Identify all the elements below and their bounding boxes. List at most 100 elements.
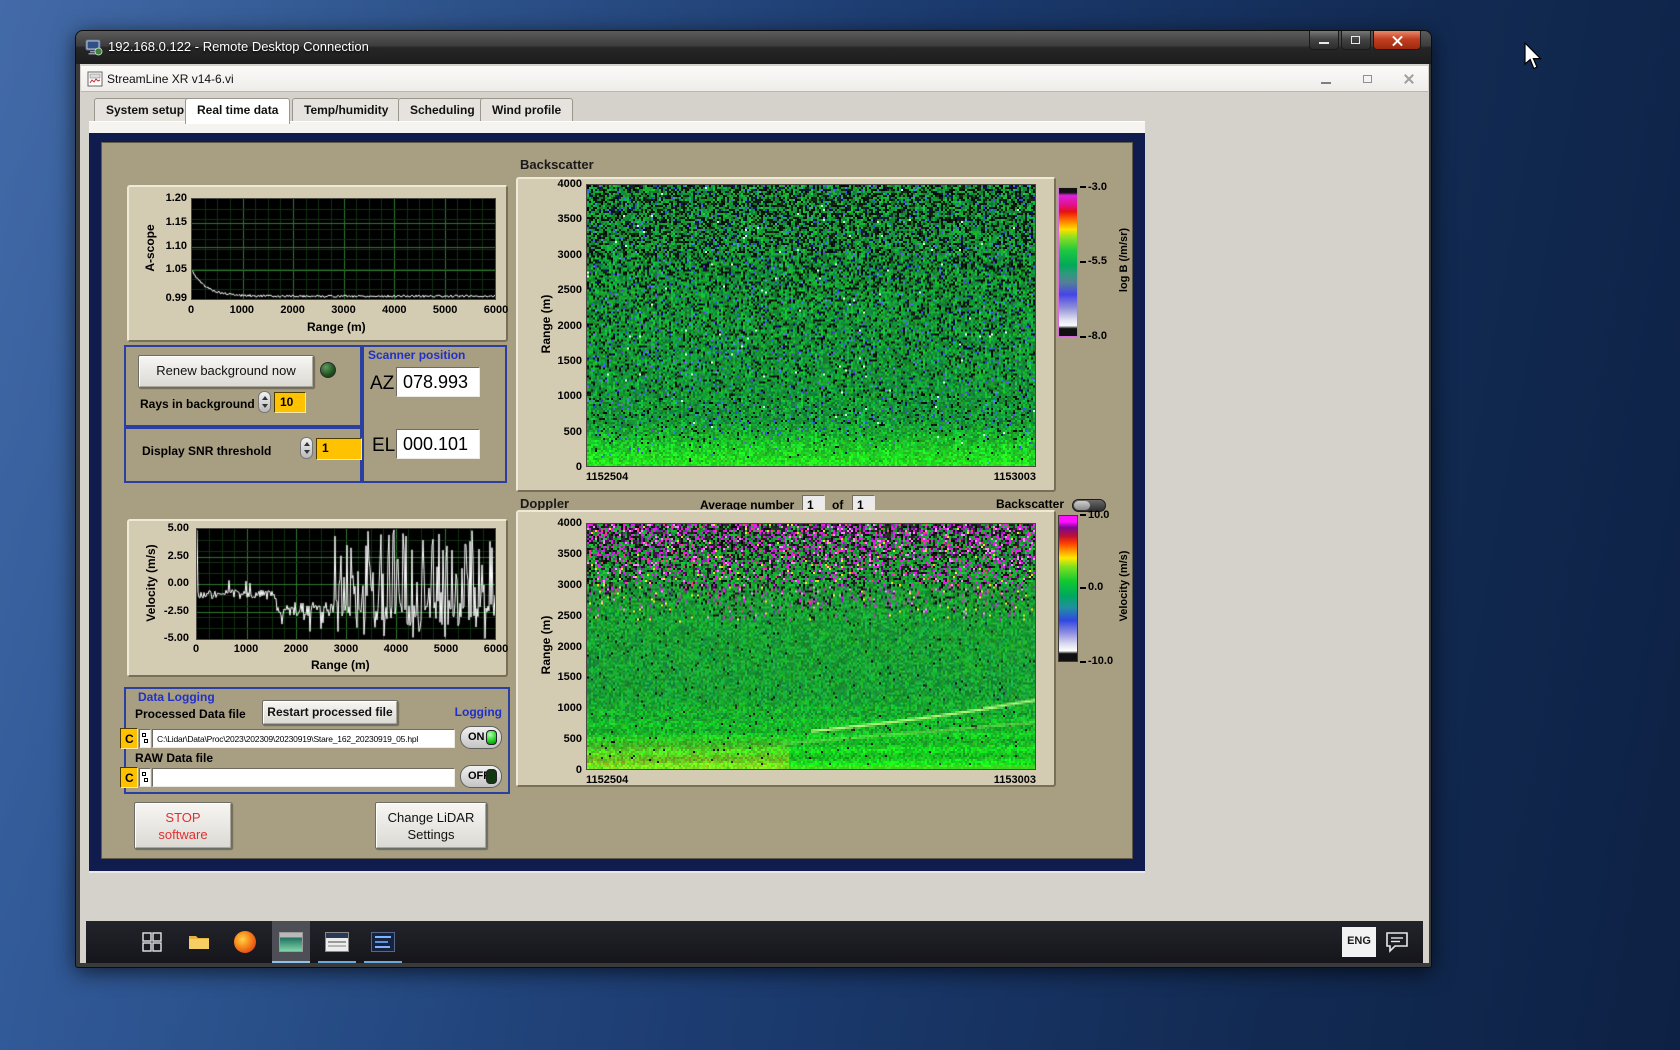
processed-logging-toggle[interactable]: ON <box>460 726 502 749</box>
streamline-app-button[interactable] <box>272 921 310 963</box>
tab-scheduling[interactable]: Scheduling <box>398 98 487 122</box>
data-logging-title: Data Logging <box>138 690 215 704</box>
browse-glyph <box>144 778 148 782</box>
browse-glyph <box>142 733 146 737</box>
rdp-restore-button[interactable] <box>1341 31 1371 50</box>
tick-label: 1.20 <box>165 192 187 204</box>
doppler-colorbar-label: Velocity (m/s) <box>1118 550 1130 622</box>
tick-label: 0.99 <box>165 292 187 304</box>
scan-scheduler-app-icon <box>325 932 349 952</box>
language-indicator[interactable]: ENG <box>1342 927 1376 957</box>
vi-close-button[interactable] <box>1401 72 1417 86</box>
tick-label: 2500 <box>557 609 582 622</box>
tick-label: 3500 <box>557 213 582 226</box>
renew-background-button[interactable]: Renew background now <box>138 355 314 388</box>
ascope-plot-canvas <box>192 199 495 299</box>
tick-label: 500 <box>563 425 582 438</box>
backscatter-plot-area <box>586 184 1036 467</box>
rays-in-background-label: Rays in background <box>140 397 255 411</box>
snr-threshold-label: Display SNR threshold <box>142 444 272 458</box>
tick-label: 5.00 <box>167 522 189 534</box>
processed-drive-selector[interactable]: C <box>120 728 138 749</box>
tab-wind-profile[interactable]: Wind profile <box>480 98 574 122</box>
decrement-icon <box>304 450 310 454</box>
velocity-x-axis-label: Range (m) <box>311 658 370 672</box>
colorbar-tick <box>1080 661 1086 663</box>
tab-label: Real time data <box>197 103 279 117</box>
firefox-button[interactable] <box>226 921 264 963</box>
backscatter-title: Backscatter <box>520 157 594 172</box>
tick-label: 4000 <box>383 643 409 655</box>
tick-label: 0.00 <box>167 577 189 589</box>
tick-label: 1153003 <box>993 774 1036 786</box>
notification-chat-button[interactable] <box>1385 931 1409 958</box>
el-value-field[interactable]: 000.101 <box>396 429 480 459</box>
rays-spinner[interactable] <box>258 391 271 413</box>
raw-browse-icon[interactable] <box>139 768 151 787</box>
desktop: 192.168.0.122 - Remote Desktop Connectio… <box>0 0 1680 1050</box>
tick-label: 1.10 <box>165 239 187 252</box>
colorbar-tick-label: -5.5 <box>1088 255 1107 267</box>
browse-glyph <box>144 739 148 743</box>
az-value-field[interactable]: 078.993 <box>396 367 480 397</box>
tick-label: 0 <box>575 461 582 473</box>
icon-line <box>328 941 346 943</box>
rdp-close-button[interactable] <box>1373 31 1421 50</box>
log-viewer-app-button[interactable] <box>364 921 402 963</box>
logging-on-led <box>486 730 497 745</box>
rdp-minimize-button[interactable] <box>1309 31 1339 50</box>
vi-file-icon <box>87 71 103 92</box>
scan-scheduler-app-button[interactable] <box>318 921 356 963</box>
tab-temp-humidity[interactable]: Temp/humidity <box>292 98 401 122</box>
processed-browse-icon[interactable] <box>139 729 151 748</box>
raw-drive-selector[interactable]: C <box>120 767 138 788</box>
icon-line <box>328 945 346 947</box>
tab-label: Wind profile <box>492 103 562 117</box>
tab-label: Temp/humidity <box>304 103 389 117</box>
rdp-window: 192.168.0.122 - Remote Desktop Connectio… <box>75 30 1432 968</box>
backscatter-chart: Range (m) 4000 3500 3000 2500 2000 1500 1000 50… <box>516 177 1056 492</box>
restart-processed-file-button[interactable]: Restart processed file <box>262 700 398 725</box>
snr-spinner[interactable] <box>300 437 313 459</box>
tick-label: -2.50 <box>163 604 189 617</box>
ascope-chart: A-scope Range (m) 1.20 1.15 1.10 1.05 0.99 0 1… <box>127 185 508 342</box>
stop-software-button[interactable]: STOP software <box>134 802 232 849</box>
tick-label: 5000 <box>432 304 458 316</box>
ascope-plot-area <box>191 198 496 300</box>
tick-label: 2000 <box>557 640 582 653</box>
vi-titlebar[interactable]: StreamLine XR v14-6.vi <box>81 66 1428 92</box>
tick-label: 4000 <box>557 517 582 529</box>
tab-real-time-data[interactable]: Real time data <box>185 98 291 124</box>
start-button[interactable] <box>133 921 171 963</box>
raw-data-file-label: RAW Data file <box>135 751 214 765</box>
colorbar-tick <box>1080 186 1086 188</box>
tick-label: 3000 <box>557 578 582 591</box>
decrement-icon <box>262 404 268 408</box>
file-explorer-button[interactable] <box>180 921 218 963</box>
browse-glyph <box>142 772 146 776</box>
colorbar-tick-label: -3.0 <box>1088 181 1107 193</box>
raw-logging-toggle[interactable]: OFF <box>460 765 502 788</box>
tick-label: 4000 <box>557 178 582 190</box>
vi-minimize-button[interactable] <box>1318 72 1334 86</box>
el-label: EL <box>372 435 396 456</box>
velocity-plot-area <box>196 528 496 640</box>
restore-icon <box>1351 36 1360 44</box>
rdp-titlebar[interactable]: 192.168.0.122 - Remote Desktop Connectio… <box>76 31 1431 64</box>
rays-in-background-field[interactable]: 10 <box>274 392 306 413</box>
tick-label: 3500 <box>557 547 582 560</box>
ascope-x-axis-label: Range (m) <box>307 320 366 334</box>
processed-data-file-path[interactable]: C:\Lidar\Data\Proc\2023\202309\20230919\… <box>152 729 455 748</box>
change-lidar-settings-button[interactable]: Change LiDAR Settings <box>375 802 487 849</box>
tick-label: 0 <box>192 643 200 655</box>
tick-label: 4000 <box>382 304 407 316</box>
tab-system-setup[interactable]: System setup <box>94 98 197 122</box>
front-panel: A-scope Range (m) 1.20 1.15 1.10 1.05 0.99 0 1… <box>101 142 1133 859</box>
tab-label: Scheduling <box>410 103 475 117</box>
snr-threshold-field[interactable]: 1 <box>316 438 362 460</box>
icon-titlebar <box>326 933 348 938</box>
backscatter-toggle-label: Backscatter <box>995 497 1064 511</box>
vi-restore-button[interactable] <box>1360 72 1376 86</box>
raw-data-file-path[interactable] <box>152 768 455 787</box>
doppler-colorbar <box>1058 515 1078 662</box>
